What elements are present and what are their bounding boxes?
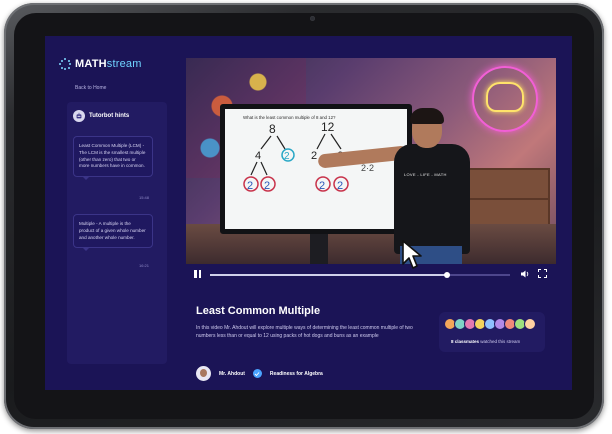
classmate-avatars bbox=[444, 318, 536, 330]
video-player[interactable]: What is the least common multiple of 8 a… bbox=[186, 58, 556, 264]
classmates-text: 8 classmates watched this stream bbox=[451, 339, 520, 344]
shirt-print: LOVE - LIFE - MATH bbox=[404, 172, 447, 177]
video-meta: Mr. Ahdout Readiness for Algebra bbox=[196, 366, 323, 381]
neon-brain-sign bbox=[472, 66, 538, 132]
fullscreen-icon[interactable] bbox=[538, 269, 547, 278]
hint-text: Least Common Multiple (LCM) - The LCM is… bbox=[79, 143, 146, 169]
svg-text:2: 2 bbox=[264, 180, 270, 192]
front-camera bbox=[310, 16, 315, 21]
svg-text:2: 2 bbox=[311, 150, 317, 162]
classmates-count: 8 classmates bbox=[451, 339, 480, 344]
progress-track[interactable] bbox=[210, 272, 510, 278]
whiteboard: What is the least common multiple of 8 a… bbox=[220, 104, 412, 234]
robot-icon bbox=[73, 110, 85, 122]
hints-title: Tutorbot hints bbox=[89, 113, 130, 119]
hint-card-multiple[interactable]: Multiple - A multiple is the product of … bbox=[73, 214, 153, 252]
svg-text:12: 12 bbox=[321, 120, 335, 134]
app-logo[interactable]: MATHstream bbox=[59, 58, 142, 70]
mouse-cursor-icon bbox=[402, 240, 422, 269]
svg-text:8: 8 bbox=[269, 122, 276, 136]
app-screen: MATHstream Back to Home Tutorbot hints L… bbox=[45, 36, 572, 390]
teacher-name[interactable]: Mr. Ahdout bbox=[219, 371, 245, 377]
course-tag[interactable]: Readiness for Algebra bbox=[270, 371, 323, 377]
classmates-suffix: watched this stream bbox=[479, 339, 521, 344]
teacher-body bbox=[394, 144, 470, 254]
svg-text:2: 2 bbox=[247, 180, 253, 192]
video-controls bbox=[186, 264, 556, 284]
svg-text:2: 2 bbox=[319, 180, 325, 192]
classmate-avatar bbox=[524, 318, 536, 330]
tablet-frame: MATHstream Back to Home Tutorbot hints L… bbox=[4, 3, 604, 429]
tutorbot-hints-panel: Tutorbot hints Least Common Multiple (LC… bbox=[67, 102, 167, 364]
svg-text:2: 2 bbox=[337, 180, 343, 192]
teacher-hair bbox=[410, 108, 444, 124]
svg-text:2·2: 2·2 bbox=[361, 163, 374, 173]
hints-header: Tutorbot hints bbox=[73, 110, 129, 122]
classmates-card[interactable]: 8 classmates watched this stream bbox=[439, 312, 545, 352]
factor-tree-drawing: 8 12 4 2 2 2 2 6 bbox=[243, 120, 374, 192]
svg-text:4: 4 bbox=[255, 150, 261, 162]
hint-text: Multiple - A multiple is the product of … bbox=[79, 221, 146, 240]
back-to-home-link[interactable]: Back to Home bbox=[75, 85, 106, 91]
progress-fill bbox=[210, 274, 447, 276]
hint-timestamp: 16:21 bbox=[139, 263, 150, 268]
volume-icon[interactable] bbox=[520, 269, 530, 279]
video-description: In this video Mr. Ahdout will explore mu… bbox=[196, 325, 413, 339]
pause-icon[interactable] bbox=[194, 270, 202, 278]
hint-card-lcm[interactable]: Least Common Multiple (LCM) - The LCM is… bbox=[73, 136, 153, 181]
video-title: Least Common Multiple bbox=[196, 305, 321, 317]
logo-suffix: stream bbox=[106, 58, 142, 70]
svg-text:2: 2 bbox=[284, 151, 290, 162]
logo-text: MATHstream bbox=[75, 58, 142, 70]
logo-sparkle-icon bbox=[59, 58, 71, 70]
course-badge-icon bbox=[252, 369, 262, 378]
hint-timestamp: 15:48 bbox=[139, 195, 150, 200]
progress-scrubber[interactable] bbox=[444, 272, 450, 278]
logo-prefix: MATH bbox=[75, 58, 107, 70]
teacher-avatar[interactable] bbox=[196, 366, 211, 381]
